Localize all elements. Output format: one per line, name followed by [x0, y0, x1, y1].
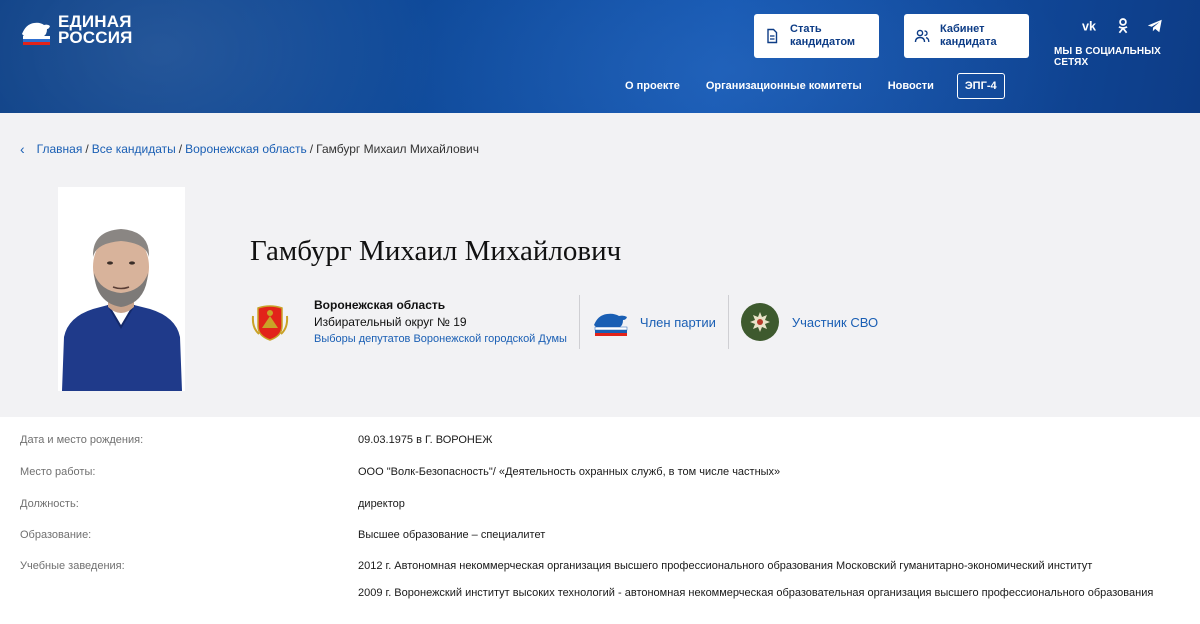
breadcrumb: ‹ Главная / Все кандидаты / Воронежская … — [20, 141, 479, 157]
logo[interactable]: ЕДИНАЯ РОССИЯ — [20, 13, 133, 47]
candidate-photo — [58, 187, 185, 391]
detail-value: 2012 г. Автономная некоммерческая органи… — [358, 560, 1093, 572]
region-text: Воронежская область Избирательный округ … — [314, 297, 567, 348]
detail-label: Дата и место рождения: — [20, 434, 144, 446]
breadcrumb-region[interactable]: Воронежская область — [185, 142, 307, 156]
detail-value: ООО "Волк-Безопасность"/ «Деятельность о… — [358, 466, 781, 478]
become-candidate-label-1: Стать — [790, 23, 822, 35]
logo-text: ЕДИНАЯ РОССИЯ — [58, 13, 133, 47]
main-nav: О проекте Организационные комитеты Новос… — [625, 73, 1005, 99]
document-icon — [767, 28, 778, 44]
election-link[interactable]: Выборы депутатов Воронежской городской Д… — [314, 331, 567, 348]
candidate-profile: ‹ Главная / Все кандидаты / Воронежская … — [0, 113, 1200, 417]
become-candidate-label: Стать кандидатом — [790, 23, 855, 49]
divider — [727, 295, 729, 349]
become-candidate-button[interactable]: Стать кандидатом — [754, 14, 879, 58]
candidate-details: Дата и место рождения: 09.03.1975 в Г. В… — [0, 417, 1200, 624]
detail-label: Учебные заведения: — [20, 560, 125, 572]
telegram-icon[interactable] — [1146, 17, 1164, 35]
region-name: Воронежская область — [314, 297, 446, 312]
detail-label: Образование: — [20, 529, 92, 541]
voronezh-emblem-icon — [251, 305, 289, 341]
region-block: Воронежская область Избирательный округ … — [250, 297, 567, 348]
breadcrumb-home[interactable]: Главная — [37, 142, 83, 156]
site-header: ЕДИНАЯ РОССИЯ Стать кандидатом Кабинет к… — [0, 0, 1200, 113]
candidate-cabinet-label: Кабинет кандидата — [940, 23, 997, 49]
breadcrumb-separator: / — [309, 142, 314, 156]
divider — [578, 295, 580, 349]
nav-epg-button[interactable]: ЭПГ-4 — [956, 73, 1005, 99]
candidate-cabinet-button[interactable]: Кабинет кандидата — [904, 14, 1029, 58]
candidate-cabinet-label-1: Кабинет — [940, 23, 985, 35]
social-links: vk МЫ В СОЦИАЛЬНЫХ СЕТЯХ — [1054, 16, 1194, 68]
users-icon — [914, 29, 930, 43]
candidate-portrait-icon — [58, 187, 185, 391]
electoral-district: Избирательный округ № 19 — [314, 314, 467, 329]
bear-logo-icon — [22, 22, 50, 45]
candidate-cabinet-label-2: кандидата — [940, 36, 997, 48]
social-label: МЫ В СОЦИАЛЬНЫХ СЕТЯХ — [1054, 46, 1161, 68]
party-bear-icon — [593, 313, 628, 336]
chevron-left-icon[interactable]: ‹ — [20, 141, 25, 157]
svo-participant-badge: Участник СВО — [740, 303, 879, 341]
svo-status: Участник СВО — [791, 314, 879, 330]
candidate-name: Гамбург Михаил Михайлович — [250, 235, 622, 267]
detail-label: Должность: — [20, 498, 79, 510]
odnoklassniki-icon[interactable] — [1114, 17, 1132, 35]
detail-value: 2009 г. Воронежский институт высоких тех… — [358, 587, 1154, 599]
become-candidate-label-2: кандидатом — [790, 36, 856, 48]
breadcrumb-separator: / — [178, 142, 183, 156]
candidate-info-row: Воронежская область Избирательный округ … — [250, 295, 878, 349]
detail-label: Место работы: — [20, 466, 96, 478]
breadcrumb-current: Гамбург Михаил Михайлович — [316, 142, 479, 156]
vk-icon[interactable]: vk — [1082, 17, 1100, 35]
breadcrumb-separator: / — [85, 142, 89, 156]
party-member-badge: Член партии — [592, 307, 716, 337]
nav-news[interactable]: Новости — [888, 80, 934, 92]
detail-value: Высшее образование – специалитет — [358, 529, 546, 541]
logo-line-2: РОССИЯ — [58, 28, 133, 47]
breadcrumb-all-candidates[interactable]: Все кандидаты — [92, 142, 176, 156]
detail-value: директор — [358, 498, 405, 510]
nav-committees[interactable]: Организационные комитеты — [706, 80, 862, 92]
svg-text:vk: vk — [1082, 20, 1097, 34]
party-status: Член партии — [639, 314, 716, 330]
nav-about[interactable]: О проекте — [625, 80, 680, 92]
army-emblem-icon — [740, 303, 779, 341]
detail-value: 09.03.1975 в Г. ВОРОНЕЖ — [358, 434, 493, 446]
